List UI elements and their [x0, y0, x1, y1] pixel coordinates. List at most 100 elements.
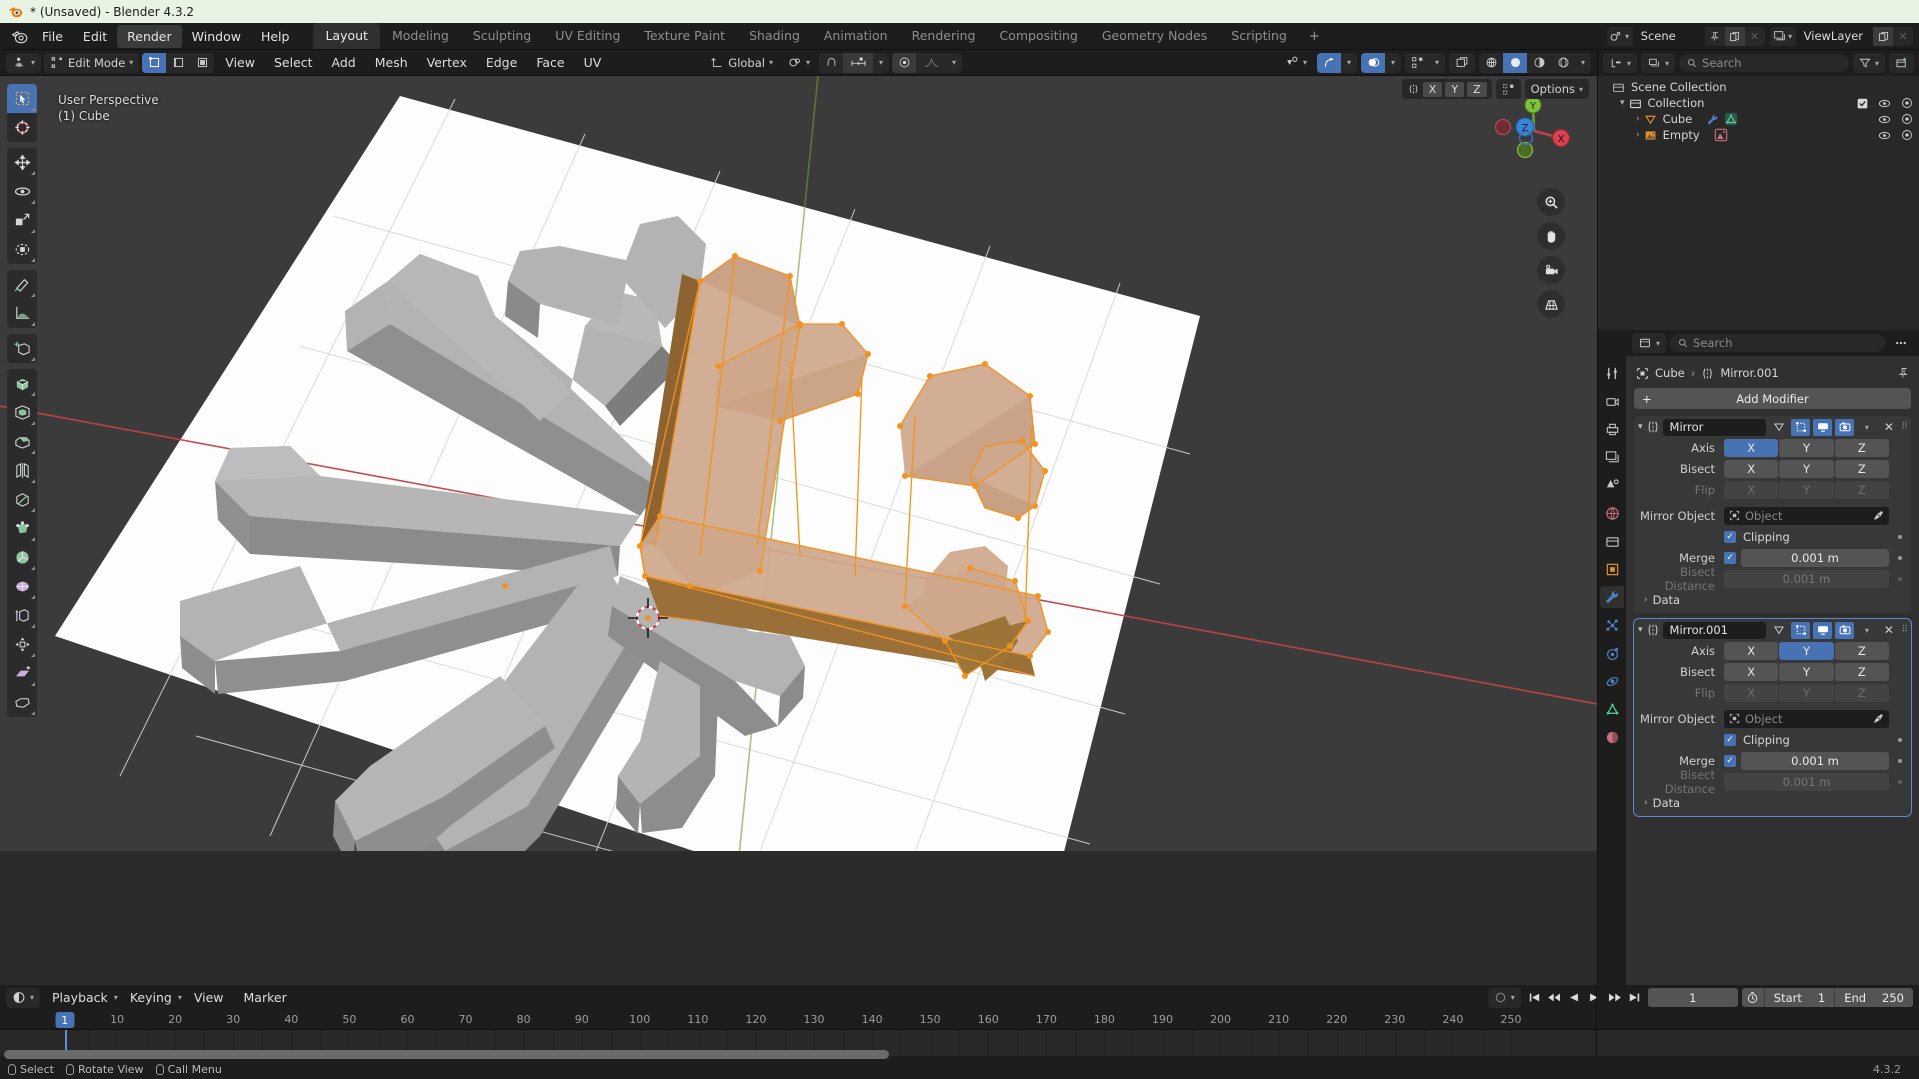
axis-z-button[interactable]: Z — [1834, 438, 1889, 457]
outliner-tree[interactable]: Scene Collection ▾ Collection › Cube › E… — [1598, 76, 1919, 330]
merge-value-field[interactable]: 0.001 m — [1741, 751, 1889, 770]
expand-collection-icon[interactable]: ▾ — [1620, 98, 1625, 108]
new-viewlayer-icon[interactable] — [1873, 26, 1893, 46]
perspective-ortho-icon[interactable] — [1537, 290, 1565, 318]
tab-modeling[interactable]: Modeling — [380, 23, 461, 49]
camera-render-icon[interactable] — [1901, 113, 1913, 125]
bisect-z-button[interactable]: Z — [1834, 459, 1889, 478]
animate-property-dot[interactable] — [1898, 555, 1902, 560]
tab-constraints-icon[interactable] — [1600, 670, 1624, 692]
xray-group[interactable]: ▾ — [1405, 52, 1445, 73]
axis-x-button[interactable]: X — [1724, 641, 1779, 660]
outliner-new-collection-icon[interactable] — [1889, 53, 1914, 73]
overlays-caret-icon[interactable]: ▾ — [1385, 53, 1401, 73]
axis-y-button[interactable]: Y — [1779, 438, 1834, 457]
viewlayer-name[interactable]: ViewLayer — [1795, 26, 1873, 46]
viewport-menu-mesh[interactable]: Mesh — [367, 52, 416, 73]
viewport-menu-edge[interactable]: Edge — [478, 52, 525, 73]
symmetry-z-button[interactable]: Z — [1467, 81, 1487, 97]
use-preview-range-icon[interactable] — [1741, 988, 1764, 1007]
tab-modifier-icon[interactable] — [1600, 586, 1624, 608]
spin-tool[interactable] — [7, 543, 37, 572]
select-mode-group[interactable] — [142, 52, 215, 73]
tab-world-icon[interactable] — [1600, 502, 1624, 524]
drag-handle-icon[interactable]: ⠿ — [1901, 422, 1908, 432]
snap-caret-icon[interactable]: ▾ — [873, 53, 889, 73]
viewport-menu-view[interactable]: View — [217, 52, 263, 73]
outliner-filter-icon[interactable]: ▾ — [1852, 53, 1885, 73]
play-button[interactable] — [1585, 988, 1604, 1008]
timeline-playhead-label[interactable]: 1 — [55, 1012, 75, 1028]
play-reverse-button[interactable] — [1565, 988, 1584, 1008]
empty-image-data-icon[interactable] — [1714, 128, 1728, 142]
material-preview-icon[interactable] — [1527, 53, 1551, 73]
viewport-menu-uv[interactable]: UV — [576, 52, 610, 73]
loop-cut-tool[interactable] — [7, 456, 37, 485]
bisect-z-button[interactable]: Z — [1834, 662, 1889, 681]
on-cage-icon[interactable] — [1769, 419, 1788, 436]
outliner-display-mode-icon[interactable]: ▾ — [1641, 53, 1676, 73]
tab-material-icon[interactable] — [1600, 726, 1624, 748]
outliner-search-input[interactable]: Search — [1679, 54, 1849, 72]
tab-geometry-nodes[interactable]: Geometry Nodes — [1090, 23, 1219, 49]
xray-caret-icon[interactable]: ▾ — [1429, 53, 1445, 73]
add-workspace-button[interactable]: + — [1299, 24, 1330, 49]
collection-checkbox[interactable] — [1857, 98, 1868, 109]
timeline-ruler[interactable]: 10 20 30 40 50 60 70 80 90 100 110 120 130 140 150 160 1… — [0, 1010, 1919, 1030]
viewport-menu-face[interactable]: Face — [528, 52, 572, 73]
previous-keyframe-button[interactable] — [1545, 988, 1564, 1008]
animate-property-dot[interactable] — [1898, 779, 1902, 784]
extras-dropdown-icon[interactable]: ▾ — [1857, 622, 1876, 639]
timeline-menu-marker[interactable]: Marker — [236, 987, 295, 1008]
menu-file[interactable]: File — [32, 25, 73, 48]
mirror-object-field[interactable]: Object — [1724, 506, 1889, 525]
viewport-menu-vertex[interactable]: Vertex — [419, 52, 475, 73]
mesh-options-icon[interactable] — [1495, 79, 1521, 99]
collapse-modifier-icon[interactable]: ▾ — [1638, 625, 1643, 635]
proportional-falloff-icon[interactable] — [916, 53, 946, 73]
camera-render-icon[interactable] — [1901, 129, 1913, 141]
gizmo-icon[interactable] — [1317, 52, 1341, 73]
delete-viewlayer-icon[interactable]: ✕ — [1893, 27, 1913, 46]
merge-value-field[interactable]: 0.001 m — [1741, 548, 1889, 567]
bisect-x-button[interactable]: X — [1724, 662, 1779, 681]
camera-view-icon[interactable] — [1537, 256, 1565, 284]
shear-tool[interactable] — [7, 659, 37, 688]
wireframe-shading-icon[interactable] — [1479, 53, 1503, 73]
breadcrumb-object-name[interactable]: Cube — [1655, 366, 1685, 380]
extrude-region-tool[interactable] — [7, 369, 37, 398]
annotate-tool[interactable] — [7, 299, 37, 328]
mirror-object-field[interactable]: Object — [1724, 709, 1889, 728]
zoom-icon[interactable] — [1537, 188, 1565, 216]
modifier-name-field[interactable]: Mirror — [1662, 418, 1767, 436]
timeline-menu-view[interactable]: View — [186, 987, 232, 1008]
poly-build-tool[interactable] — [7, 514, 37, 543]
add-cube-tool[interactable] — [7, 334, 37, 363]
transform-orientation-selector[interactable]: Global ▾ — [705, 53, 779, 73]
options-dropdown[interactable]: Options ▾ — [1524, 79, 1589, 99]
visibility-selector[interactable]: ▾ — [1279, 53, 1313, 73]
tab-render-icon[interactable] — [1600, 390, 1624, 412]
xray-icon[interactable] — [1405, 53, 1429, 73]
proportional-caret-icon[interactable]: ▾ — [946, 53, 962, 73]
current-frame-field[interactable]: 1 — [1647, 988, 1738, 1007]
tab-uv-editing[interactable]: UV Editing — [543, 23, 632, 49]
snapping-group[interactable]: ▾ — [819, 52, 889, 73]
rendered-shading-icon[interactable] — [1551, 53, 1575, 73]
merge-checkbox[interactable]: ✓ — [1724, 754, 1736, 767]
snap-options-icon[interactable] — [843, 52, 873, 73]
transform-tool[interactable] — [7, 235, 37, 264]
tab-rendering[interactable]: Rendering — [900, 23, 988, 49]
eye-icon[interactable] — [1878, 98, 1891, 109]
proportional-editing-group[interactable]: ▾ — [892, 52, 962, 73]
rotate-tool[interactable] — [7, 177, 37, 206]
axis-y-button[interactable]: Y — [1779, 641, 1834, 660]
properties-options-icon[interactable] — [1889, 333, 1913, 353]
viewport-menu-add[interactable]: Add — [324, 52, 364, 73]
tab-tool-icon[interactable] — [1600, 362, 1624, 384]
clipping-checkbox[interactable]: ✓ — [1724, 733, 1736, 746]
tab-particles-icon[interactable] — [1600, 614, 1624, 636]
timeline-scrollbar[interactable] — [4, 1050, 1915, 1059]
axis-z-button[interactable]: Z — [1834, 641, 1889, 660]
data-subpanel-mirror[interactable]: › Data — [1634, 590, 1911, 609]
